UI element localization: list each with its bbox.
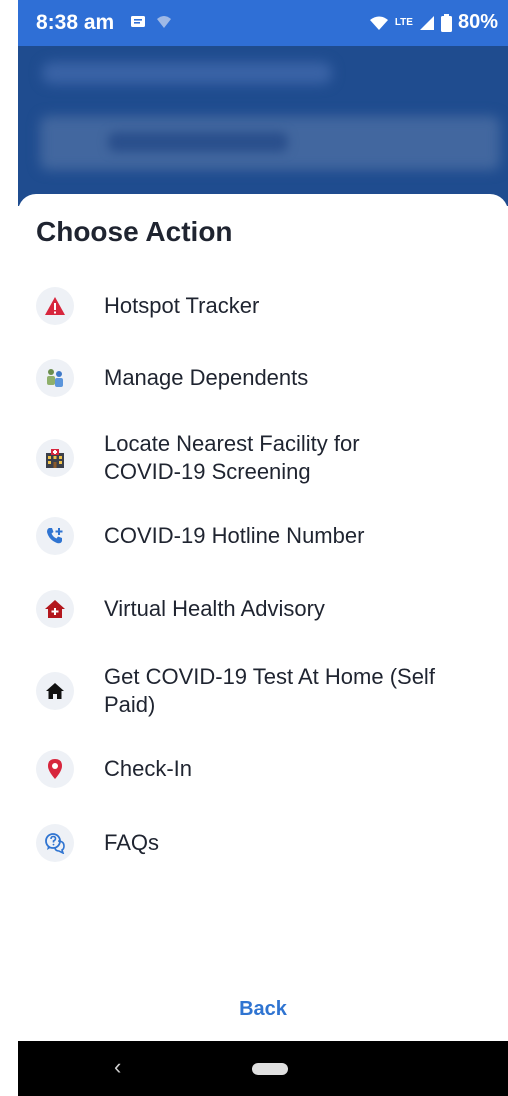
action-home-test[interactable]: Get COVID-19 Test At Home (Self Paid) xyxy=(36,663,496,719)
home-health-icon xyxy=(36,590,74,628)
home-icon xyxy=(36,672,74,710)
status-system-icons: LTE 80% xyxy=(369,11,498,34)
wifi-off-icon xyxy=(157,16,171,28)
back-button[interactable]: Back xyxy=(18,998,508,1021)
nav-back-icon[interactable]: ‹ xyxy=(114,1054,121,1080)
action-label: Hotspot Tracker xyxy=(104,293,260,318)
warning-triangle-icon xyxy=(36,287,74,325)
action-faqs[interactable]: FAQs xyxy=(36,824,496,862)
action-hotspot-tracker[interactable]: Hotspot Tracker xyxy=(36,287,496,325)
people-icon xyxy=(36,359,74,397)
message-notification-icon xyxy=(131,16,145,27)
blurred-search-text xyxy=(108,132,288,152)
action-hotline-number[interactable]: COVID-19 Hotline Number xyxy=(36,517,496,555)
wifi-icon xyxy=(369,16,388,30)
sheet-title: Choose Action xyxy=(36,216,233,247)
action-label: Virtual Health Advisory xyxy=(104,596,325,621)
action-manage-dependents[interactable]: Manage Dependents xyxy=(36,359,496,397)
action-label: Locate Nearest Facility for COVID-19 Scr… xyxy=(104,431,360,484)
action-label: Manage Dependents xyxy=(104,365,309,390)
battery-icon xyxy=(440,13,452,32)
action-label: Check-In xyxy=(104,756,193,781)
system-navigation-bar: ‹ xyxy=(18,1041,508,1096)
app-frame: 8:38 am LTE 80% Choose Action Hotspot Tr… xyxy=(18,0,508,1096)
status-bar: 8:38 am LTE 80% xyxy=(18,0,508,46)
action-label: FAQs xyxy=(104,830,160,855)
choose-action-sheet: Choose Action Hotspot Tracker Manage Dep… xyxy=(18,194,508,1041)
nav-home-pill-icon[interactable] xyxy=(252,1063,288,1075)
status-time: 8:38 am xyxy=(36,11,115,34)
action-check-in[interactable]: Check-In xyxy=(36,750,496,788)
phone-icon xyxy=(36,517,74,555)
action-virtual-health-advisory[interactable]: Virtual Health Advisory xyxy=(36,590,496,628)
action-label: Get COVID-19 Test At Home (Self Paid) xyxy=(104,664,435,717)
action-label: COVID-19 Hotline Number xyxy=(104,523,365,548)
location-pin-icon xyxy=(36,750,74,788)
status-notification-icons xyxy=(130,14,172,30)
battery-percent: 80% xyxy=(457,11,498,33)
signal-icon xyxy=(419,15,434,30)
action-locate-facility[interactable]: Locate Nearest Facility for COVID-19 Scr… xyxy=(36,430,496,486)
background-app-blurred xyxy=(18,46,508,206)
blurred-header-text xyxy=(42,62,332,84)
hospital-icon xyxy=(36,439,74,477)
faq-chat-icon xyxy=(36,824,74,862)
network-type-label: LTE xyxy=(394,16,413,28)
